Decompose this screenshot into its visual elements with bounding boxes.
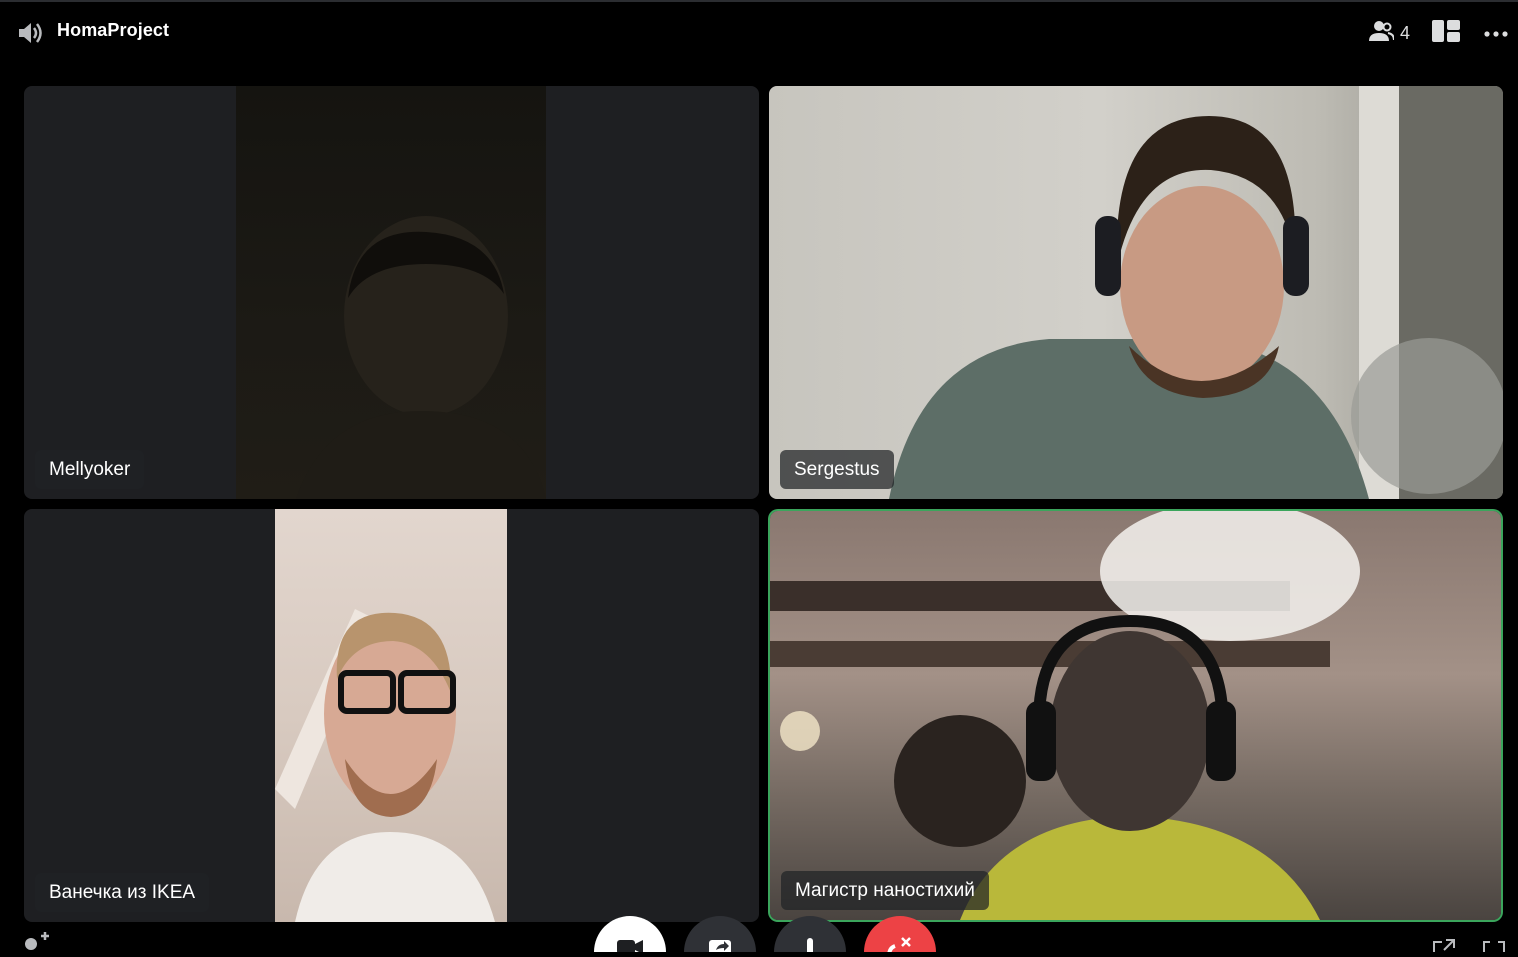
video-feed [770,511,1501,920]
video-tile-sergestus[interactable]: Sergestus [769,86,1503,499]
participant-name-tag: Sergestus [780,450,894,489]
voice-channel-header: HomaProject 4 [0,2,1518,60]
screen-share-button[interactable] [684,916,756,952]
channel-name: HomaProject [57,20,170,40]
popout-icon[interactable] [1432,938,1456,957]
speaker-icon [17,20,45,46]
participant-name-tag: Ванечка из IKEA [35,873,210,912]
camera-icon [615,916,645,952]
video-feed [275,509,507,922]
video-tile-mellyoker[interactable]: Mellyoker [24,86,759,499]
camera-button[interactable] [594,916,666,952]
person-silhouette [275,609,495,922]
microphone-icon [800,916,820,952]
participant-name: Магистр наностихий [795,879,975,901]
person-silhouette [296,216,546,499]
call-controls [0,910,1518,952]
participant-name: Ванечка из IKEA [49,881,196,903]
participant-count: 4 [1399,22,1410,43]
video-feed [769,86,1503,499]
layout-button[interactable] [1432,19,1460,47]
participant-name-tag: Магистр наностихий [781,871,989,910]
header-toolbar: 4 [1368,18,1508,48]
microphone-button[interactable] [774,916,846,952]
screen-share-icon [706,916,734,952]
video-tile-magistr[interactable]: Магистр наностихий [770,511,1501,920]
participant-name: Sergestus [794,458,880,480]
end-call-button[interactable] [864,916,936,952]
participant-name-tag: Mellyoker [35,450,145,489]
participants-button[interactable]: 4 [1368,20,1410,47]
video-feed [236,86,546,499]
participant-name: Mellyoker [49,458,131,480]
fullscreen-icon[interactable] [1482,938,1506,957]
more-options-button[interactable] [1484,24,1508,42]
end-call-icon [885,916,915,952]
person-silhouette [889,86,1503,499]
people-icon [1368,20,1395,47]
person-silhouette [770,511,1360,920]
grid-layout-icon [1432,19,1460,47]
more-icon [1484,24,1508,42]
video-tile-vanechka[interactable]: Ванечка из IKEA [24,509,759,922]
